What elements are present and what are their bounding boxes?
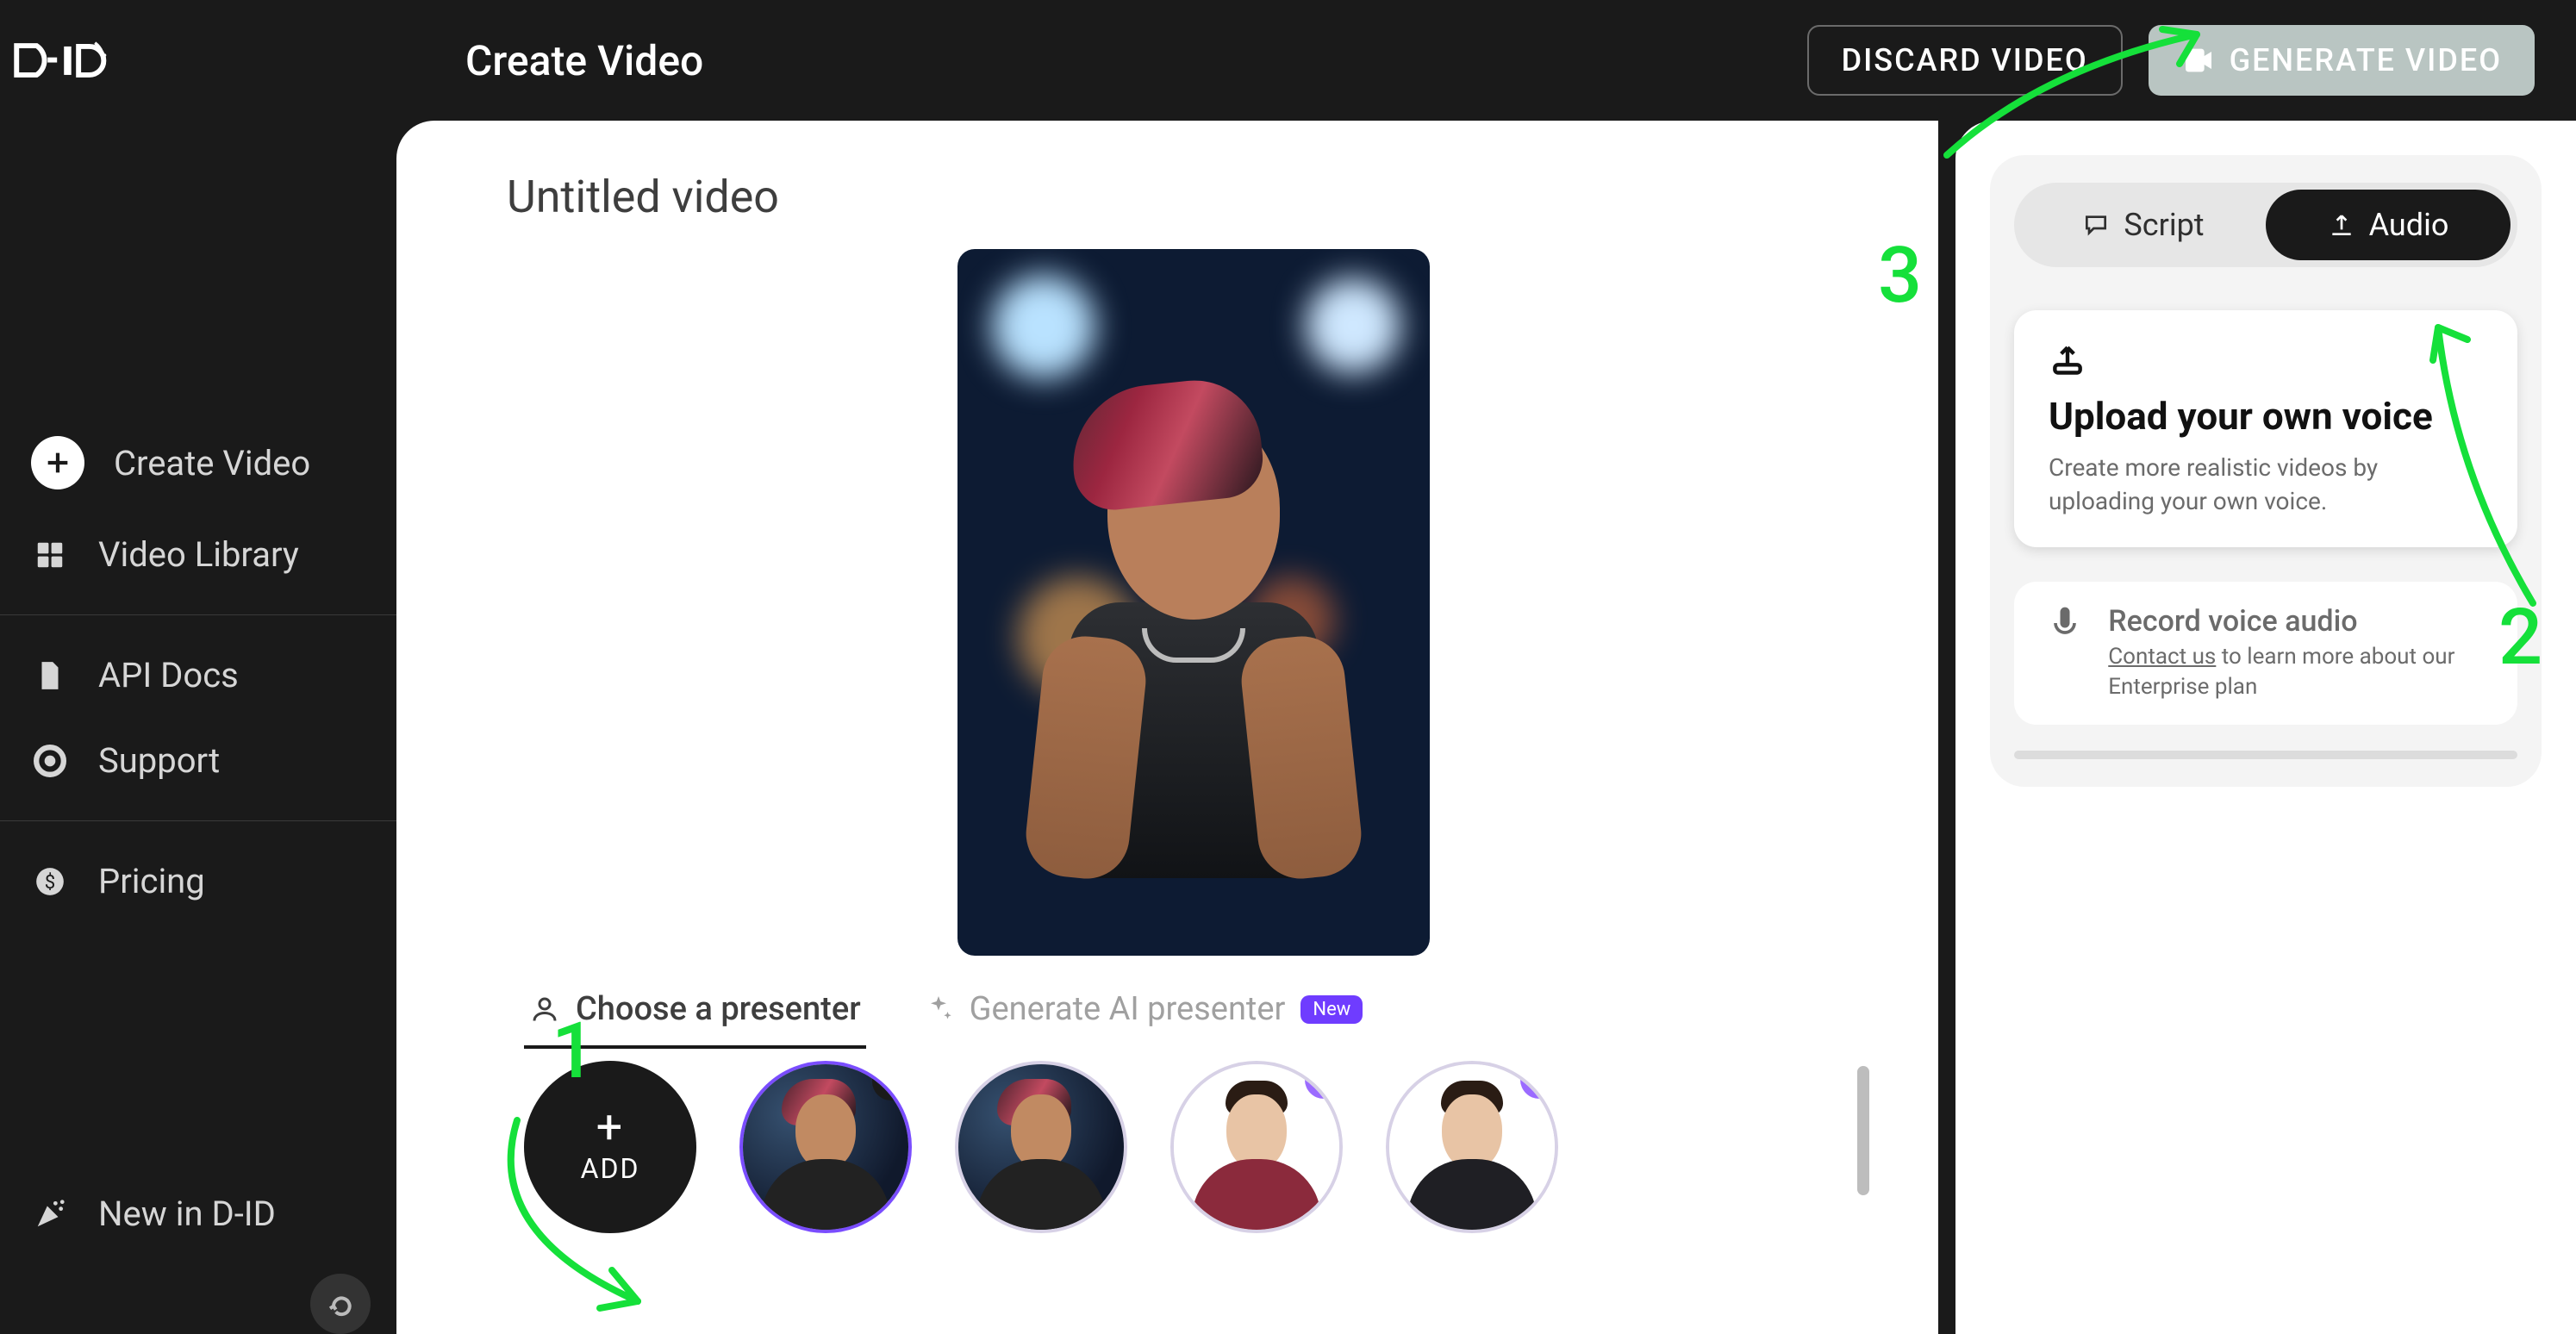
tab-label: Choose a presenter: [576, 990, 861, 1028]
sidebar-item-label: Pricing: [98, 861, 205, 901]
upload-voice-card[interactable]: Upload your own voice Create more realis…: [2014, 310, 2517, 547]
record-title: Record voice audio: [2108, 604, 2486, 639]
speech-icon: [2082, 211, 2110, 239]
sidebar-item-label: Create Video: [114, 443, 310, 483]
contact-us-link[interactable]: Contact us: [2108, 644, 2216, 670]
upload-desc: Create more realistic videos by uploadin…: [2049, 451, 2483, 518]
upload-title: Upload your own voice: [2049, 395, 2483, 439]
upload-icon: [2328, 211, 2355, 239]
sidebar-item-pricing[interactable]: $ Pricing: [0, 838, 396, 924]
record-voice-card[interactable]: Record voice audio Contact us to learn m…: [2014, 582, 2517, 725]
tab-script[interactable]: Script: [2021, 190, 2266, 260]
plus-icon: [31, 436, 84, 489]
tab-label: Generate AI presenter: [970, 990, 1286, 1028]
tab-generate-ai-presenter[interactable]: Generate AI presenter New: [918, 982, 1369, 1049]
sparkles-icon: [923, 994, 954, 1025]
grid-icon: [31, 536, 69, 574]
tab-audio[interactable]: Audio: [2266, 190, 2511, 260]
hq-badge: HQ: [1305, 1061, 1343, 1099]
presenter-thumb[interactable]: HQ: [1386, 1061, 1558, 1233]
right-panel: Script Audio Upload your own voice Creat…: [1955, 121, 2576, 1334]
presenter-thumb[interactable]: ✕: [739, 1061, 912, 1233]
tab-choose-presenter[interactable]: Choose a presenter: [524, 982, 866, 1049]
page-title: Create Video: [465, 36, 703, 85]
project-title[interactable]: Untitled video: [507, 171, 1880, 223]
new-badge: New: [1300, 995, 1363, 1024]
presenter-carousel[interactable]: + ADD ✕ HQ HQ: [507, 1061, 1880, 1233]
sidebar-item-api-docs[interactable]: API Docs: [0, 633, 396, 718]
editor-stage: Untitled video Choose a presenter Genera…: [396, 121, 1938, 1334]
svg-text:3: 3: [1878, 230, 1922, 321]
sidebar: Create Video Video Library API Docs Supp…: [0, 121, 396, 1334]
microphone-icon: [2045, 604, 2084, 642]
sidebar-item-video-library[interactable]: Video Library: [0, 512, 396, 597]
scrollbar[interactable]: [1857, 1061, 1869, 1233]
hq-badge: HQ: [1520, 1061, 1558, 1099]
scrollbar[interactable]: [2014, 751, 2517, 759]
add-label: ADD: [581, 1152, 640, 1185]
sidebar-item-new[interactable]: New in D-ID: [0, 1171, 396, 1256]
sidebar-item-label: API Docs: [98, 655, 239, 695]
generate-video-button[interactable]: GENERATE VIDEO: [2149, 25, 2535, 96]
life-ring-icon: [31, 742, 69, 780]
sidebar-item-label: New in D-ID: [98, 1194, 276, 1234]
redo-button[interactable]: [310, 1274, 371, 1334]
dollar-icon: $: [31, 863, 69, 901]
script-audio-segment: Script Audio: [2014, 183, 2517, 267]
presenter-thumb[interactable]: HQ: [1170, 1061, 1343, 1233]
remove-presenter-button[interactable]: ✕: [872, 1063, 910, 1100]
presenter-thumb[interactable]: [955, 1061, 1127, 1233]
file-icon: [31, 657, 69, 695]
tab-label: Audio: [2369, 207, 2449, 243]
person-icon: [529, 994, 560, 1025]
add-presenter-button[interactable]: + ADD: [524, 1061, 696, 1233]
sidebar-item-support[interactable]: Support: [0, 718, 396, 803]
svg-text:$: $: [45, 870, 55, 893]
sidebar-item-label: Support: [98, 740, 220, 781]
plus-icon: +: [596, 1109, 625, 1146]
video-icon: [2181, 43, 2216, 78]
brand-logo[interactable]: [9, 17, 112, 103]
sidebar-item-label: Video Library: [98, 534, 299, 575]
sidebar-item-create-video[interactable]: Create Video: [0, 414, 396, 512]
upload-icon: [2049, 365, 2086, 381]
presenter-preview[interactable]: [957, 249, 1430, 956]
tab-label: Script: [2124, 207, 2204, 243]
discard-video-button[interactable]: DISCARD VIDEO: [1807, 25, 2123, 96]
confetti-icon: [31, 1195, 69, 1233]
